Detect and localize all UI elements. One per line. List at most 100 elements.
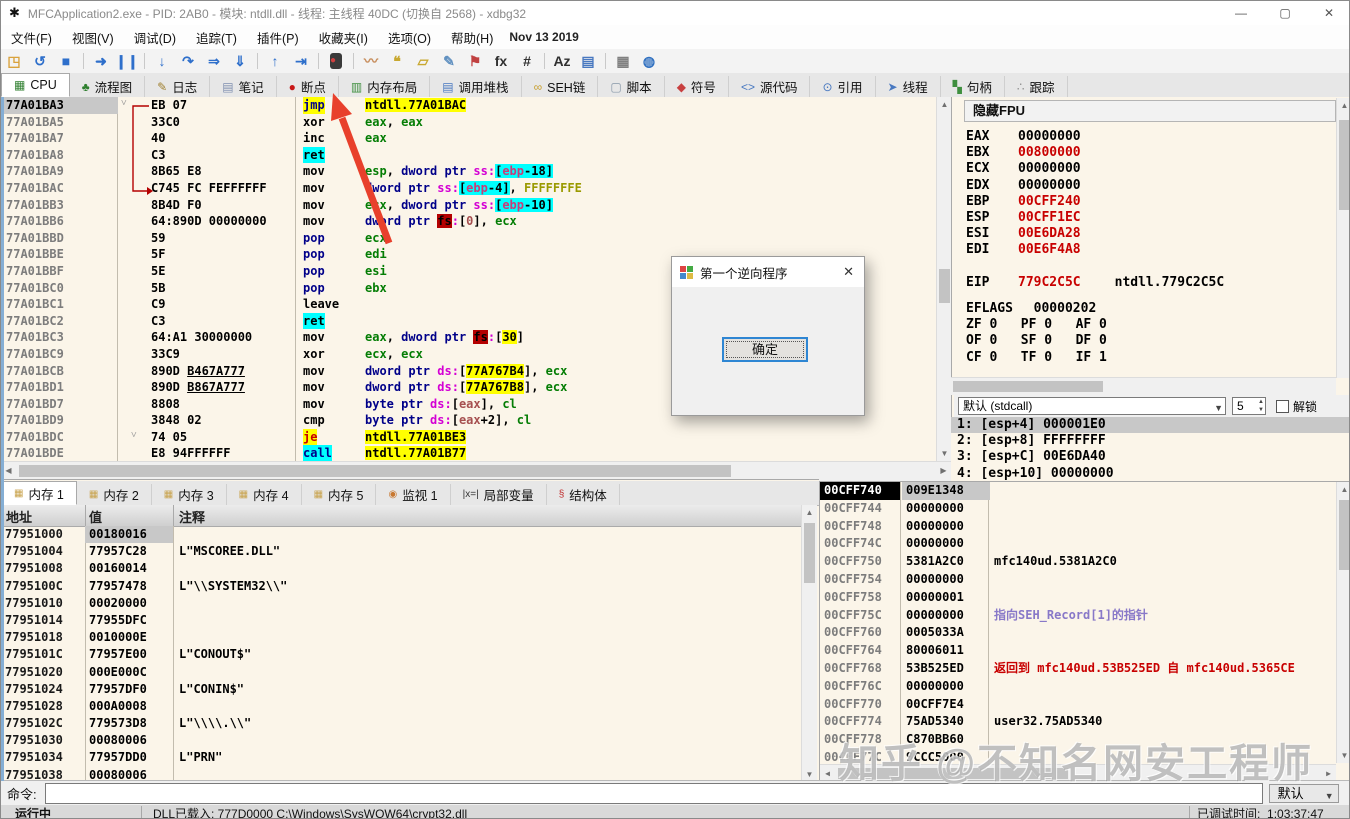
disasm-row[interactable]: 77A01BB38B4D F0movecx, dword ptr ss:[ebp… [1,197,936,214]
tab-call-stack[interactable]: ▤调用堆栈 [430,76,521,97]
tab-script[interactable]: ▢脚本 [598,76,664,97]
dump-row[interactable]: 77951028000A0008 [1,698,801,715]
comment-icon[interactable]: ❝ [384,53,410,70]
tab-source[interactable]: <>源代码 [729,76,811,97]
dump-row[interactable]: 7795102477957DF0L"CONIN$" [1,681,801,698]
fold-marker[interactable]: ˅ [131,430,137,441]
argument-row[interactable]: 4: [esp+10] 00000000 [951,466,1350,482]
stack-row[interactable]: 00CFF77475AD5340user32.75AD5340 [820,713,1350,731]
calculator-icon[interactable]: ▦ [610,53,636,70]
menu-item-6[interactable]: 选项(O) [378,25,441,50]
maximize-button[interactable]: ▢ [1263,1,1307,25]
scroll-down-icon[interactable]: ▼ [937,446,952,461]
disasm-row[interactable]: 77A01BDEE8 94FFFFFFcallntdll.77A01B77 [1,445,936,461]
run-to-user-code-icon[interactable]: ⇥ [288,53,314,70]
stack-row[interactable]: 00CFF76853B525ED返回到 mfc140ud.53B525ED 自 … [820,660,1350,678]
ok-button[interactable]: 确定 [722,337,808,362]
close-button[interactable]: ✕ [1307,1,1350,25]
dialog-close-icon[interactable]: ✕ [843,264,854,280]
minimize-button[interactable]: — [1219,1,1263,25]
hash-icon[interactable]: # [514,53,540,69]
tab-trace[interactable]: ∴跟踪 [1005,76,1068,97]
pause-icon[interactable]: ❙❙ [114,53,140,70]
tab-references[interactable]: ⊙引用 [810,76,875,97]
disasm-row[interactable]: 77A01BACC745 FC FEFFFFFFmovdword ptr ss:… [1,180,936,197]
registers-hscrollbar[interactable] [951,377,1336,395]
register-row[interactable]: EDX00000000 [966,178,1224,194]
restart-icon[interactable]: ↺ [27,53,53,70]
tab-dump-3[interactable]: ▦内存 3 [152,484,227,505]
menu-item-4[interactable]: 插件(P) [247,25,309,50]
tab-dump-5[interactable]: ▦内存 5 [302,484,377,505]
register-row[interactable]: ESI00E6DA28 [966,226,1224,242]
dump-row[interactable]: 7795101477955DFC [1,612,801,629]
dump-row[interactable]: 7795100000180016 [1,526,801,543]
stack-row[interactable]: 00CFF75C00000000指向SEH_Record[1]的指针 [820,607,1350,625]
dump-row[interactable]: 7795103000080006 [1,732,801,749]
disasm-hscrollbar[interactable]: ◀ ▶ [1,461,951,479]
register-row[interactable]: EIP779C2C5Cntdll.779C2C5C [966,275,1224,291]
register-row[interactable] [966,259,1224,275]
run-icon[interactable]: ➜ [88,53,114,70]
disasm-row[interactable]: 77A01BA98B65 E8movesp, dword ptr ss:[ebp… [1,163,936,180]
argument-row[interactable]: 2: [esp+8] FFFFFFFF [951,433,1350,449]
menu-item-1[interactable]: 视图(V) [62,25,124,50]
tab-dump-4[interactable]: ▦内存 4 [227,484,302,505]
tab-seh[interactable]: ∞SEH链 [522,76,599,97]
tab-watch-1[interactable]: ◉监视 1 [376,484,450,505]
globe-icon[interactable]: ◍ [636,53,662,70]
tab-cpu[interactable]: ▦CPU [1,73,70,97]
dump-row[interactable]: 7795100C77957478L"\\SYSTEM32\\" [1,578,801,595]
dialog-title-bar[interactable]: 第一个逆向程序 ✕ [672,257,864,287]
open-file-icon[interactable]: ◳ [1,53,27,70]
flags-row[interactable]: CF 0 TF 0 IF 1 [966,350,1107,366]
eflags-row[interactable]: EFLAGS 00000202 [966,301,1107,317]
register-row[interactable]: EAX00000000 [966,129,1224,145]
step-out-icon[interactable]: ↑ [262,53,288,69]
argument-row[interactable]: 1: [esp+4] 000001E0 [951,417,1350,433]
arguments-panel[interactable]: 1: [esp+4] 000001E02: [esp+8] FFFFFFFF3:… [951,417,1350,481]
register-row[interactable]: ECX00000000 [966,161,1224,177]
menu-item-5[interactable]: 收藏夹(I) [309,25,378,50]
scroll-up-icon[interactable]: ▲ [937,97,952,112]
function-fx-icon[interactable]: fx [488,53,514,69]
dump-row[interactable]: 7795101000020000 [1,595,801,612]
tab-handles[interactable]: ▚句柄 [941,76,1005,97]
column-value[interactable]: 值 [89,507,102,526]
dump-vscrollbar[interactable]: ▲ ▼ [801,505,817,782]
disasm-row[interactable]: 77A01BDC74 05jentdll.77A01BE3 [1,429,936,446]
traffic-light-icon[interactable]: ● [330,53,342,69]
tab-symbols[interactable]: ◆符号 [665,76,729,97]
step-over-icon[interactable]: ↷ [175,53,201,70]
stop-icon[interactable]: ■ [53,53,79,69]
disasm-row[interactable]: 77A01BA740inceax [1,130,936,147]
menu-item-2[interactable]: 调试(D) [124,25,186,50]
assemble-icon[interactable]: ▤ [575,53,601,70]
tab-dump-2[interactable]: ▦内存 2 [77,484,152,505]
unlock-checkbox[interactable] [1276,400,1289,413]
scroll-left-icon[interactable]: ◀ [820,766,835,781]
bookmark-icon[interactable]: ⚑ [462,53,488,70]
stack-row[interactable]: 00CFF74C00000000 [820,535,1350,553]
dump-row[interactable]: 7795103477957DD0L"PRN" [1,749,801,766]
stack-row[interactable]: 00CFF76C00000000 [820,678,1350,696]
column-comment[interactable]: 注释 [179,507,205,526]
fold-marker[interactable]: ˅ [121,98,127,109]
stack-row[interactable]: 00CFF76480006011 [820,642,1350,660]
argument-row[interactable]: 3: [esp+C] 00E6DA40 [951,449,1350,465]
tab-breakpoints[interactable]: ●断点 [277,76,339,97]
tab-struct[interactable]: §结构体 [547,484,620,505]
stack-vscrollbar[interactable]: ▲ ▼ [1336,482,1350,763]
stack-row[interactable]: 00CFF75400000000 [820,571,1350,589]
tab-notes[interactable]: ▤笔记 [210,76,276,97]
register-row[interactable]: EBP00CFF240 [966,194,1224,210]
flags-row[interactable]: OF 0 SF 0 DF 0 [966,333,1107,349]
stack-row[interactable]: 00CFF74800000000 [820,518,1350,536]
stepper-arrows-icon[interactable]: ▲▼ [1258,398,1264,414]
annotation-icon[interactable]: ✎ [436,53,462,70]
scroll-up-icon[interactable]: ▲ [802,505,817,520]
dump-row[interactable]: 7795102C779573D8L"\\\\.\\" [1,715,801,732]
disasm-row[interactable]: 77A01BA533C0xoreax, eax [1,114,936,131]
tab-threads[interactable]: ➤线程 [876,76,941,97]
dump-row[interactable]: 77951020000E000C [1,664,801,681]
